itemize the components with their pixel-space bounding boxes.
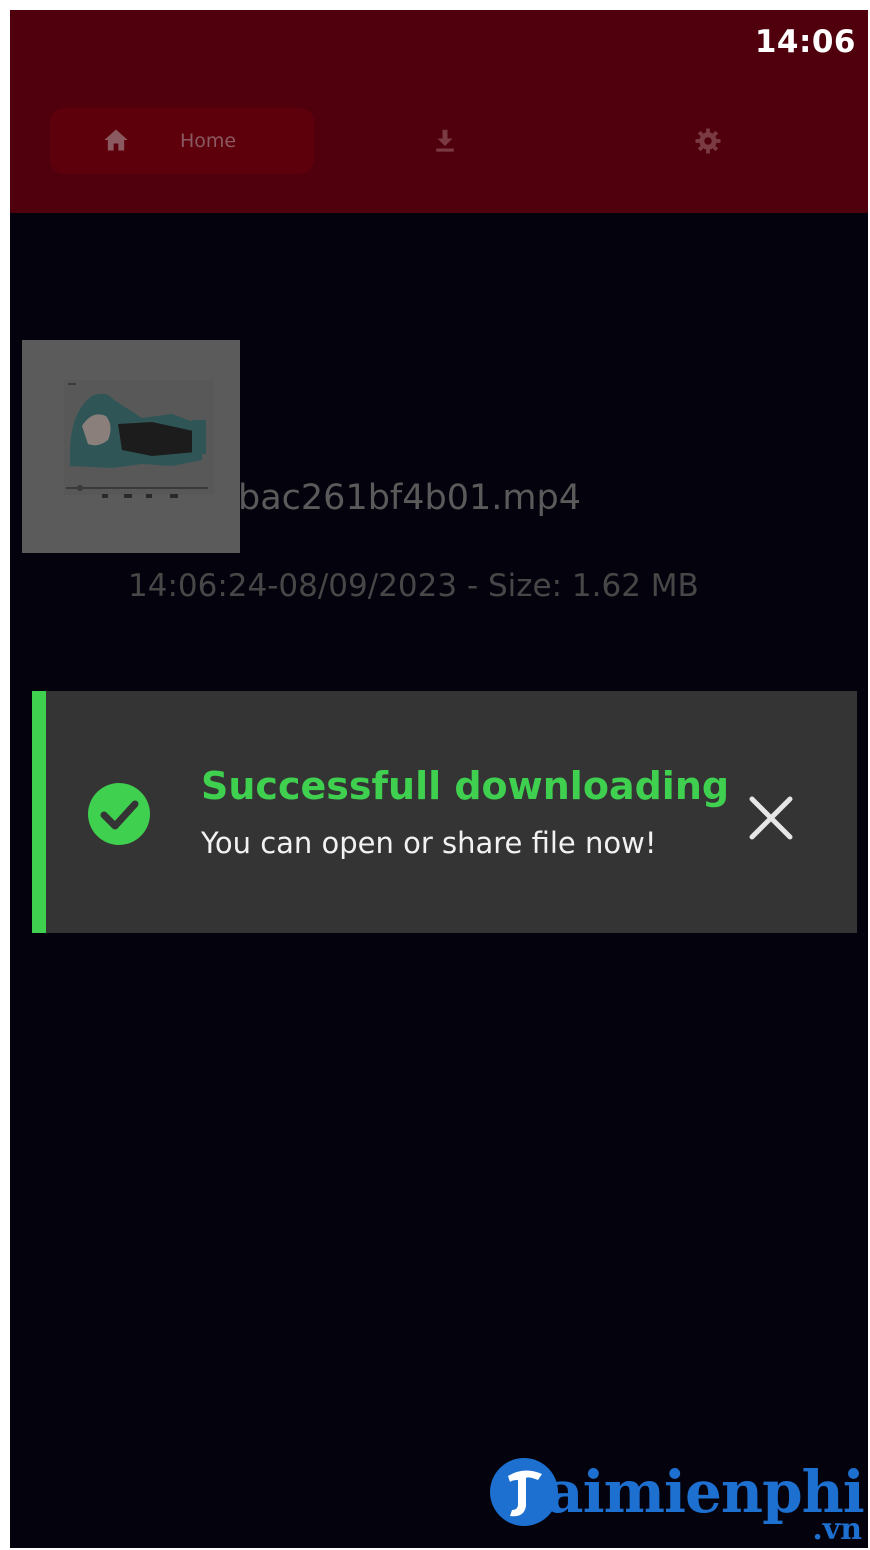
- toast-close-button[interactable]: [748, 795, 794, 841]
- top-app-bar: 14:06 Home: [10, 10, 868, 213]
- home-icon: [102, 126, 130, 159]
- nav-home-label: Home: [180, 130, 237, 152]
- download-meta: 14:06:24-08/09/2023 - Size: 1.62 MB: [128, 568, 699, 604]
- close-icon: [748, 796, 794, 845]
- watermark-tld: .vn: [812, 1512, 862, 1547]
- status-time: 14:06: [754, 24, 856, 60]
- download-icon: [430, 129, 460, 160]
- success-toast: Successfull downloading You can open or …: [32, 691, 857, 933]
- check-circle-icon: [87, 782, 151, 851]
- watermark: aimienphi .vn: [488, 1452, 868, 1548]
- toast-accent-bar: [32, 691, 46, 933]
- phone-screen: 14:06 Home bac261bf4b01.mp4 14:06:24-08/…: [10, 10, 868, 1548]
- gear-icon: [693, 128, 723, 160]
- nav-tab-settings[interactable]: [693, 126, 723, 161]
- toast-title: Successfull downloading: [201, 764, 730, 808]
- toast-message: You can open or share file now!: [201, 826, 657, 860]
- nav-tab-home[interactable]: Home: [50, 108, 314, 174]
- nav-tab-downloads[interactable]: [430, 126, 460, 161]
- download-filename: bac261bf4b01.mp4: [238, 478, 581, 518]
- video-thumbnail[interactable]: [22, 340, 240, 553]
